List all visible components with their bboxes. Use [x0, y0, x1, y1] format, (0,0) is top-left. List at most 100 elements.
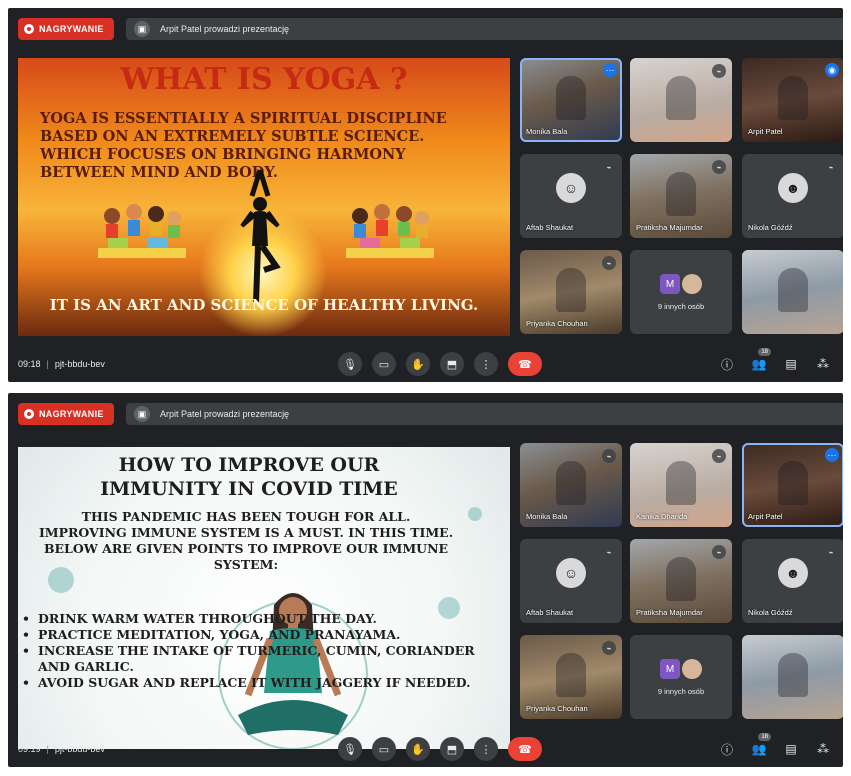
participant-tile[interactable]: ⌁ Priyanka Chouhan [520, 250, 622, 334]
presenting-text: Arpit Patel prowadzi prezentację [160, 409, 290, 419]
participant-name: Priyanka Chouhan [526, 319, 588, 328]
yoga-silhouette-illustration [240, 169, 281, 303]
participant-name: Arpit Patel [748, 127, 783, 136]
activities-icon[interactable]: ⁂ [813, 739, 833, 759]
participant-video [556, 76, 586, 120]
slide-title: WHAT IS YOGA ? [120, 62, 408, 97]
avatar: M [660, 274, 680, 294]
participant-name: Monika Bala [526, 512, 568, 521]
recording-badge: NAGRYWANIE [18, 18, 114, 40]
present-icon: ▣ [134, 406, 150, 422]
more-options-icon[interactable]: ⋯ [825, 448, 839, 462]
mic-muted-icon: ⌁ [602, 449, 616, 463]
slide-title: HOW TO IMPROVE OUR IMMUNITY IN COVID TIM… [100, 454, 398, 500]
participant-name: Aftab Shaukat [526, 608, 574, 617]
bottom-bar: 09:19 | pjt-bbdu-bev 🎙 ▭ ✋ ⬒ ⋮ ☎ ⓘ 👥 18 ▤ ⁂ [8, 731, 843, 767]
participant-name: Aftab Shaukat [526, 223, 574, 232]
kids-yoga-illustration [346, 204, 434, 258]
more-icon[interactable]: ⋮ [474, 737, 498, 761]
mic-muted-icon: ⌁ [602, 256, 616, 270]
meeting-details: 09:18 | pjt-bbdu-bev [18, 359, 105, 369]
participant-video [778, 653, 808, 697]
slide-bullet-list: DRINK WARM WATER THROUGHOUT THE DAY. PRA… [22, 611, 482, 691]
end-call-icon[interactable]: ☎ [508, 352, 542, 376]
list-item: AVOID SUGAR AND REPLACE IT WITH JAGGERY … [22, 675, 482, 691]
participant-tile[interactable]: ⌁ Monika Bala [520, 443, 622, 527]
chat-icon[interactable]: ▤ [781, 354, 801, 374]
participant-tile[interactable]: ☻ ⌁ Nikola Góźdź [742, 154, 843, 238]
meet-screenshot-1: NAGRYWANIE ▣ Arpit Patel prowadzi prezen… [8, 8, 843, 382]
participant-name: Pratiksha Majumdar [636, 223, 703, 232]
participant-tile[interactable]: ⌁ [630, 58, 732, 142]
mic-icon[interactable]: 🎙 [338, 352, 362, 376]
list-item: DRINK WARM WATER THROUGHOUT THE DAY. [22, 611, 482, 627]
slide-footer: IT IS AN ART AND SCIENCE OF HEALTHY LIVI… [49, 296, 479, 314]
participant-tile[interactable] [742, 250, 843, 334]
participant-tile[interactable]: ⌁ Priyanka Chouhan [520, 635, 622, 719]
recording-badge: NAGRYWANIE [18, 403, 114, 425]
avatar: ☺ [556, 557, 586, 588]
more-icon[interactable]: ⋮ [474, 352, 498, 376]
end-call-icon[interactable]: ☎ [508, 737, 542, 761]
participant-tile[interactable]: ☺ ⌁ Aftab Shaukat [520, 154, 622, 238]
participant-tile[interactable]: ⋯ Monika Bala [520, 58, 622, 142]
participant-tile[interactable]: ☺ ⌁ Aftab Shaukat [520, 539, 622, 623]
participant-video [666, 172, 696, 216]
mic-muted-icon: ⌁ [712, 545, 726, 559]
mic-muted-icon: ⌁ [712, 449, 726, 463]
participant-tile[interactable]: ⌁ Pratiksha Majumdar [630, 154, 732, 238]
raise-hand-icon[interactable]: ✋ [406, 737, 430, 761]
others-avatars: M [660, 659, 702, 679]
presenting-bar[interactable]: ▣ Arpit Patel prowadzi prezentację [126, 403, 843, 425]
presenting-bar[interactable]: ▣ Arpit Patel prowadzi prezentację [126, 18, 843, 40]
present-icon: ▣ [134, 21, 150, 37]
present-icon[interactable]: ⬒ [440, 352, 464, 376]
raise-hand-icon[interactable]: ✋ [406, 352, 430, 376]
mic-muted-icon: ⌁ [602, 641, 616, 655]
avatar [682, 274, 702, 294]
participant-video [778, 268, 808, 312]
info-icon[interactable]: ⓘ [717, 739, 737, 759]
meeting-time: 09:19 [18, 744, 41, 754]
side-controls: ⓘ 👥 18 ▤ ⁂ [705, 348, 833, 374]
people-icon[interactable]: 👥 18 [749, 348, 771, 374]
side-controls: ⓘ 👥 18 ▤ ⁂ [705, 733, 833, 759]
mic-muted-icon: ⌁ [602, 160, 616, 174]
participant-tile[interactable]: ⌁ Kanika Dhanda [630, 443, 732, 527]
participant-video [556, 268, 586, 312]
participant-tile[interactable]: ⋯ Arpit Patel [742, 443, 843, 527]
avatar: M [660, 659, 680, 679]
mic-icon[interactable]: 🎙 [338, 737, 362, 761]
chat-icon[interactable]: ▤ [781, 739, 801, 759]
info-icon[interactable]: ⓘ [717, 354, 737, 374]
participant-tile[interactable]: ◉ Arpit Patel [742, 58, 843, 142]
participant-video [778, 76, 808, 120]
participant-name: Arpit Patel [748, 512, 783, 521]
top-bar: NAGRYWANIE ▣ Arpit Patel prowadzi prezen… [8, 393, 843, 435]
others-avatars: M [660, 274, 702, 294]
camera-icon[interactable]: ▭ [372, 352, 396, 376]
participants-count: 18 [758, 733, 771, 741]
top-bar: NAGRYWANIE ▣ Arpit Patel prowadzi prezen… [8, 8, 843, 50]
mic-muted-icon: ⌁ [602, 545, 616, 559]
activities-icon[interactable]: ⁂ [813, 354, 833, 374]
call-controls: 🎙 ▭ ✋ ⬒ ⋮ ☎ [338, 737, 552, 761]
presentation-slide: WHAT IS YOGA ? YOGA IS ESSENTIALLY A SPI… [18, 58, 510, 336]
others-tile[interactable]: M 9 innych osób [630, 250, 732, 334]
participant-tile[interactable]: ⌁ Pratiksha Majumdar [630, 539, 732, 623]
meeting-details: 09:19 | pjt-bbdu-bev [18, 744, 105, 754]
participant-tile[interactable]: ☻ ⌁ Nikola Góźdź [742, 539, 843, 623]
participant-tile[interactable] [742, 635, 843, 719]
participant-name: Nikola Góźdź [748, 223, 793, 232]
participant-name: Nikola Góźdź [748, 608, 793, 617]
meeting-code: pjt-bbdu-bev [54, 744, 105, 754]
more-options-icon[interactable]: ⋯ [603, 63, 617, 77]
present-icon[interactable]: ⬒ [440, 737, 464, 761]
others-tile[interactable]: M 9 innych osób [630, 635, 732, 719]
speaking-indicator-icon: ◉ [825, 63, 839, 77]
mic-muted-icon: ⌁ [824, 160, 838, 174]
participant-name: Monika Bala [526, 127, 568, 136]
people-icon[interactable]: 👥 18 [749, 733, 771, 759]
camera-icon[interactable]: ▭ [372, 737, 396, 761]
call-controls: 🎙 ▭ ✋ ⬒ ⋮ ☎ [338, 352, 552, 376]
